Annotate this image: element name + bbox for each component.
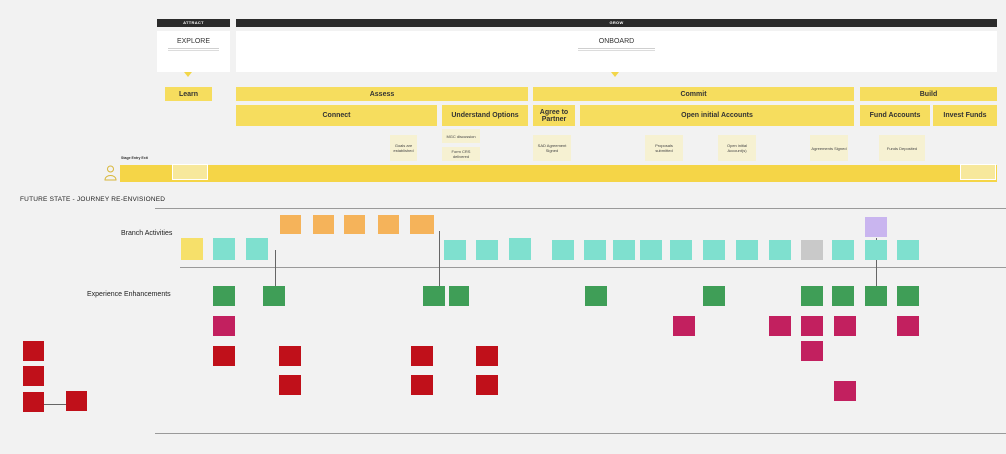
note-goals: Goals are established	[390, 135, 417, 161]
sticky-note[interactable]	[410, 215, 434, 234]
stage-subtext-lines	[578, 48, 655, 51]
sticky-note[interactable]	[476, 346, 498, 366]
lane-label-branch: Branch Activities	[121, 230, 173, 237]
sticky-note[interactable]	[897, 316, 919, 336]
divider-top	[155, 208, 1006, 209]
note-agreements: Agreements Signed	[810, 135, 848, 161]
sticky-note[interactable]	[213, 346, 235, 366]
sticky-note[interactable]	[801, 240, 823, 260]
journey-build[interactable]: Build	[860, 87, 997, 101]
sticky-note[interactable]	[801, 316, 823, 336]
sticky-note[interactable]	[213, 286, 235, 306]
section-title: FUTURE STATE - JOURNEY RE-ENVISIONED	[20, 196, 166, 203]
sticky-note[interactable]	[181, 238, 203, 260]
sticky-note[interactable]	[897, 286, 919, 306]
phase-attract: ATTRACT	[157, 19, 230, 27]
note-form-crs: Form CRS delivered	[442, 147, 480, 161]
sticky-note[interactable]	[736, 240, 758, 260]
sticky-note[interactable]	[246, 238, 268, 260]
sticky-note[interactable]	[585, 286, 607, 306]
sticky-note[interactable]	[865, 217, 887, 237]
sticky-note[interactable]	[552, 240, 574, 260]
journey-agree-to-partner[interactable]: Agree to Partner	[533, 105, 575, 126]
journey-assess[interactable]: Assess	[236, 87, 528, 101]
stage-card-explore[interactable]: EXPLORE	[157, 31, 230, 72]
sticky-note[interactable]	[865, 240, 887, 260]
sticky-note[interactable]	[411, 346, 433, 366]
sticky-note[interactable]	[444, 240, 466, 260]
sticky-note[interactable]	[423, 286, 445, 306]
sticky-note[interactable]	[769, 240, 791, 260]
divider-lanes	[180, 267, 1006, 268]
sticky-note[interactable]	[378, 215, 399, 234]
note-open-initial: Open initial Account(s)	[718, 135, 756, 161]
sticky-note[interactable]	[280, 215, 301, 234]
note-sad: SAD Agreement Signed	[533, 135, 571, 161]
sticky-note[interactable]	[703, 286, 725, 306]
sticky-note[interactable]	[584, 240, 606, 260]
connector-line	[439, 231, 440, 286]
connector-line	[275, 250, 276, 286]
sticky-note[interactable]	[613, 240, 635, 260]
journey-understand-options[interactable]: Understand Options	[442, 105, 528, 126]
journey-commit[interactable]: Commit	[533, 87, 854, 101]
divider-bottom	[155, 433, 1006, 434]
sticky-note[interactable]	[673, 316, 695, 336]
sticky-note[interactable]	[449, 286, 469, 306]
sticky-note[interactable]	[801, 341, 823, 361]
pointer-explore-icon	[184, 72, 192, 77]
stage-subtext-lines	[167, 48, 220, 51]
sticky-note[interactable]	[476, 375, 498, 395]
sticky-note[interactable]	[23, 392, 44, 412]
stage-strip	[120, 165, 997, 182]
sticky-note[interactable]	[832, 286, 854, 306]
phase-grow: GROW	[236, 19, 997, 27]
note-funds: Funds Deposited	[879, 135, 925, 161]
journey-open-initial-accounts[interactable]: Open initial Accounts	[580, 105, 854, 126]
sticky-note[interactable]	[832, 240, 854, 260]
sticky-note[interactable]	[801, 286, 823, 306]
journey-fund-accounts[interactable]: Fund Accounts	[860, 105, 930, 126]
sticky-note[interactable]	[769, 316, 791, 336]
person-icon	[104, 165, 117, 181]
sticky-note[interactable]	[834, 381, 856, 401]
sticky-note[interactable]	[834, 316, 856, 336]
sticky-note[interactable]	[703, 240, 725, 260]
sticky-note[interactable]	[897, 240, 919, 260]
note-proposals: Proposals submitted	[645, 135, 683, 161]
sticky-note[interactable]	[23, 366, 44, 386]
sticky-note[interactable]	[66, 391, 87, 411]
stage-title: EXPLORE	[176, 38, 211, 45]
lane-label-experience: Experience Enhancements	[87, 291, 171, 298]
sticky-note[interactable]	[263, 286, 285, 306]
strip-entry-card	[172, 164, 208, 180]
stage-entry-exit-label: Stage Entry Exit	[121, 156, 148, 160]
journey-learn[interactable]: Learn	[165, 87, 212, 101]
note-mgc: MGC discussion	[442, 129, 480, 143]
journey-connect[interactable]: Connect	[236, 105, 437, 126]
stage-title: ONBOARD	[598, 38, 635, 45]
sticky-note[interactable]	[476, 240, 498, 260]
journey-invest-funds[interactable]: Invest Funds	[933, 105, 997, 126]
connector-line	[44, 404, 66, 405]
sticky-note[interactable]	[670, 240, 692, 260]
sticky-note[interactable]	[865, 286, 887, 306]
sticky-note[interactable]	[23, 341, 44, 361]
sticky-note[interactable]	[313, 215, 334, 234]
strip-exit-card	[960, 164, 996, 180]
sticky-note[interactable]	[344, 215, 365, 234]
sticky-note[interactable]	[279, 346, 301, 366]
sticky-note[interactable]	[411, 375, 433, 395]
pointer-onboard-icon	[611, 72, 619, 77]
sticky-note[interactable]	[213, 238, 235, 260]
sticky-note[interactable]	[509, 238, 531, 260]
sticky-note[interactable]	[640, 240, 662, 260]
sticky-note[interactable]	[213, 316, 235, 336]
stage-card-onboard[interactable]: ONBOARD	[236, 31, 997, 72]
sticky-note[interactable]	[279, 375, 301, 395]
